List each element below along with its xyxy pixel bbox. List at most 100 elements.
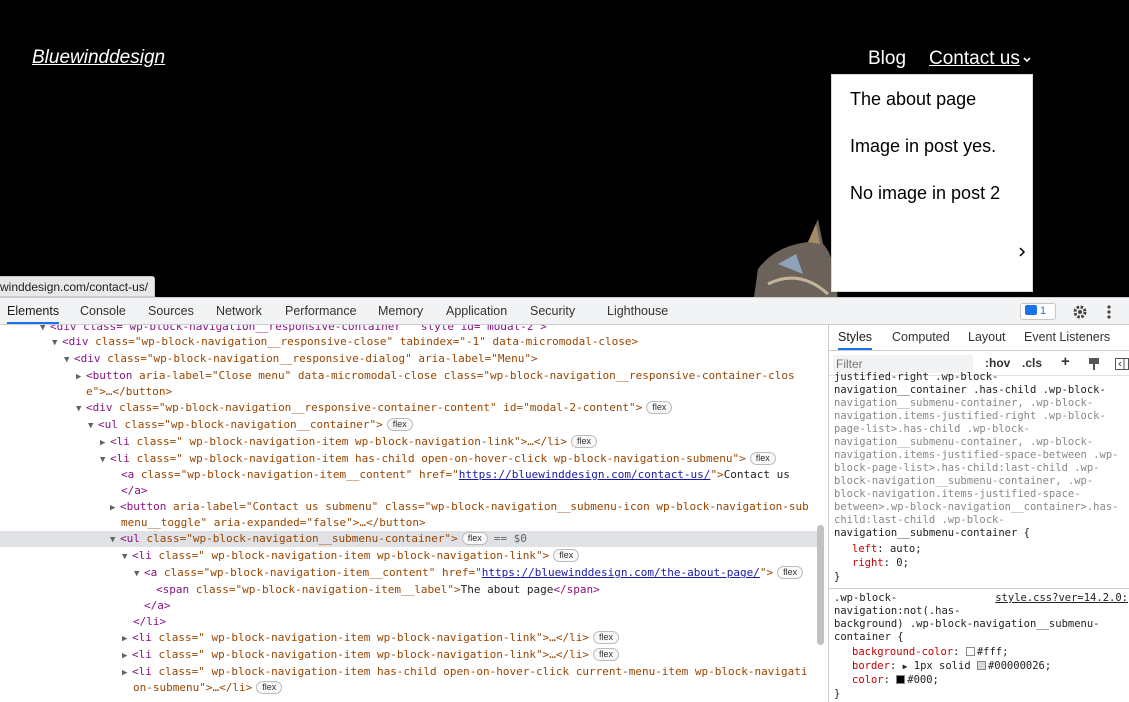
more-options-icon[interactable] [1104,304,1114,320]
tab-layout[interactable]: Layout [968,325,1006,350]
tree-node[interactable]: ▼ <li class=" wp-block-navigation-item wp… [122,548,580,564]
nav-item-blog[interactable]: Blog [868,48,906,70]
flex-badge[interactable]: flex [646,401,673,414]
color-swatch[interactable] [976,661,986,670]
tab-elements[interactable]: Elements [7,298,60,324]
flex-badge[interactable]: flex [553,549,580,562]
chevron-down-icon[interactable] [1020,52,1034,66]
gear-icon[interactable] [1072,304,1088,320]
color-swatch[interactable] [896,675,906,684]
node-attrs: class=" wp-block-navigation-item wp-bloc… [151,549,550,562]
node-tag: <ul [120,532,140,545]
tree-node[interactable]: ▶ <li class=" wp-block-navigation-item ha… [122,664,808,680]
css-value: #000; [907,674,939,686]
tree-node-selected[interactable]: ▼ <ul class="wp-block-navigation__submenu… [0,531,817,547]
node-tag: <div [62,335,89,348]
flex-badge[interactable]: flex [777,566,804,579]
styles-pane: Styles Computed Layout Event Listeners :… [828,325,1129,702]
tree-node[interactable]: ▼ <div class="wp-block-navigation__respon… [64,351,538,367]
hov-toggle[interactable]: :hov [985,356,1010,370]
tree-node[interactable]: <a class="wp-block-navigation-item__cont… [121,467,790,483]
css-declaration[interactable]: background-color: #fff; [852,646,1129,659]
tab-security[interactable]: Security [530,298,575,324]
nav-item-contact[interactable]: Contact us [929,48,1020,70]
css-selector: .wp-block- [834,592,898,604]
new-rule-button[interactable]: + [1061,353,1070,370]
issues-badge[interactable]: 1 [1020,303,1056,320]
node-tag: <li [110,435,130,448]
href-link[interactable]: https://bluewinddesign.com/the-about-pag… [482,566,760,579]
chevron-right-icon[interactable] [1016,245,1028,259]
css-selector: page-list>.has-child .wp-block- [834,423,1030,435]
tab-performance[interactable]: Performance [285,298,357,324]
flex-badge[interactable]: flex [461,532,488,545]
css-selector: between>.wp-block-navigation__container>… [834,501,1119,513]
node-text: Contact us [723,468,790,481]
css-selector: navigation.items-justified-right .wp-blo… [834,410,1106,422]
sidebar-toggle-icon[interactable] [1114,356,1129,372]
node-tag: <div [86,401,113,414]
css-declaration[interactable]: color: #000; [852,674,1129,687]
flex-badge[interactable]: flex [386,418,413,431]
tree-node[interactable]: ▼ <div class="wp-block-navigation__respon… [52,334,638,350]
node-attrs: class=" wp-block-navigation-item wp-bloc… [151,631,589,644]
href-link[interactable]: https://bluewinddesign.com/contact-us/ [459,468,711,481]
tree-node[interactable]: ▶ <li class=" wp-block-navigation-item wp… [122,647,619,663]
tab-styles[interactable]: Styles [838,325,873,350]
paint-brush-icon[interactable] [1086,356,1102,372]
flex-badge[interactable]: flex [570,435,597,448]
cls-toggle[interactable]: .cls [1022,356,1042,370]
submenu-item-no-image[interactable]: No image in post 2 [850,183,1000,204]
node-text: The about page [460,583,554,596]
flex-badge[interactable]: flex [592,631,619,644]
tab-event-listeners[interactable]: Event Listeners [1024,325,1110,350]
node-attrs: class="wp-block-navigation__responsive-c… [112,401,643,414]
tree-node[interactable]: ▼ <div class="wp-block-navigation__respon… [76,400,673,416]
submenu-item-about[interactable]: The about page [850,89,976,110]
elements-scrollbar[interactable] [817,525,824,645]
tab-sources[interactable]: Sources [148,298,194,324]
node-attrs: class=" wp-block-navigation-item has-chi… [129,452,746,465]
flex-badge[interactable]: flex [592,648,619,661]
node-tag: <li [132,549,152,562]
tree-node[interactable]: ▶ <button aria-label="Close menu" data-mi… [76,368,795,384]
tree-node[interactable]: ▼ <li class=" wp-block-navigation-item ha… [100,451,776,467]
tree-node[interactable]: ▼ <ul class="wp-block-navigation__contain… [88,417,413,433]
tree-node[interactable]: ▼ <a class="wp-block-navigation-item__con… [134,565,804,581]
css-selector: navigation:not(.has- [834,605,961,617]
tab-application[interactable]: Application [446,298,507,324]
css-declaration[interactable]: border: ▶ 1px solid #00000026; [852,660,1129,673]
submenu-item-image-in-post[interactable]: Image in post yes. [850,136,996,157]
expand-triangle-icon[interactable]: ▶ [903,662,908,671]
tab-network[interactable]: Network [216,298,262,324]
stylesheet-source-link[interactable]: style.css?ver=14.2.0: [995,592,1128,604]
status-bar-url: winddesign.com/contact-us/ [0,276,156,297]
site-title-link[interactable]: Bluewinddesign [32,47,165,69]
tree-node[interactable]: ▶ <li class=" wp-block-navigation-item wp… [100,434,597,450]
css-selector: child:last-child .wp-block- [834,514,1005,526]
tree-node[interactable]: ▶ <li class=" wp-block-navigation-item wp… [122,630,619,646]
css-declaration[interactable]: left: auto; [852,543,1129,556]
tab-memory[interactable]: Memory [378,298,423,324]
color-swatch[interactable] [965,647,975,656]
node-attrs: class=" wp-block-navigation-item has-chi… [151,665,808,678]
tab-lighthouse[interactable]: Lighthouse [607,298,668,324]
tree-node-continuation: menu__toggle" aria-expanded="false">…</b… [121,515,426,531]
node-attrs: class="wp-block-navigation__submenu-cont… [139,532,458,545]
css-declaration[interactable]: right: 0; [852,557,1129,570]
node-attrs: class="wp-block-navigation__responsive-d… [100,352,538,365]
flex-badge[interactable]: flex [749,452,776,465]
node-tag: <ul [98,418,118,431]
tab-console[interactable]: Console [80,298,126,324]
tree-node[interactable]: <span class="wp-block-navigation-item__l… [156,582,600,598]
devtools-panel: Elements Console Sources Network Perform… [0,297,1129,702]
node-attrs: class="wp-block-navigation__responsive-c… [88,335,639,348]
node-tag: <span [156,583,190,596]
flex-badge[interactable]: flex [256,681,283,694]
css-selector: navigation__submenu-container, .wp-block… [834,397,1094,409]
css-value: auto; [889,543,922,555]
tab-computed[interactable]: Computed [892,325,950,350]
node-attrs: class="wp-block-navigation-item__label"> [189,583,461,596]
node-attrs: e">…</button> [86,385,173,398]
tree-node[interactable]: ▶ <button aria-label="Contact us submenu"… [110,499,809,515]
